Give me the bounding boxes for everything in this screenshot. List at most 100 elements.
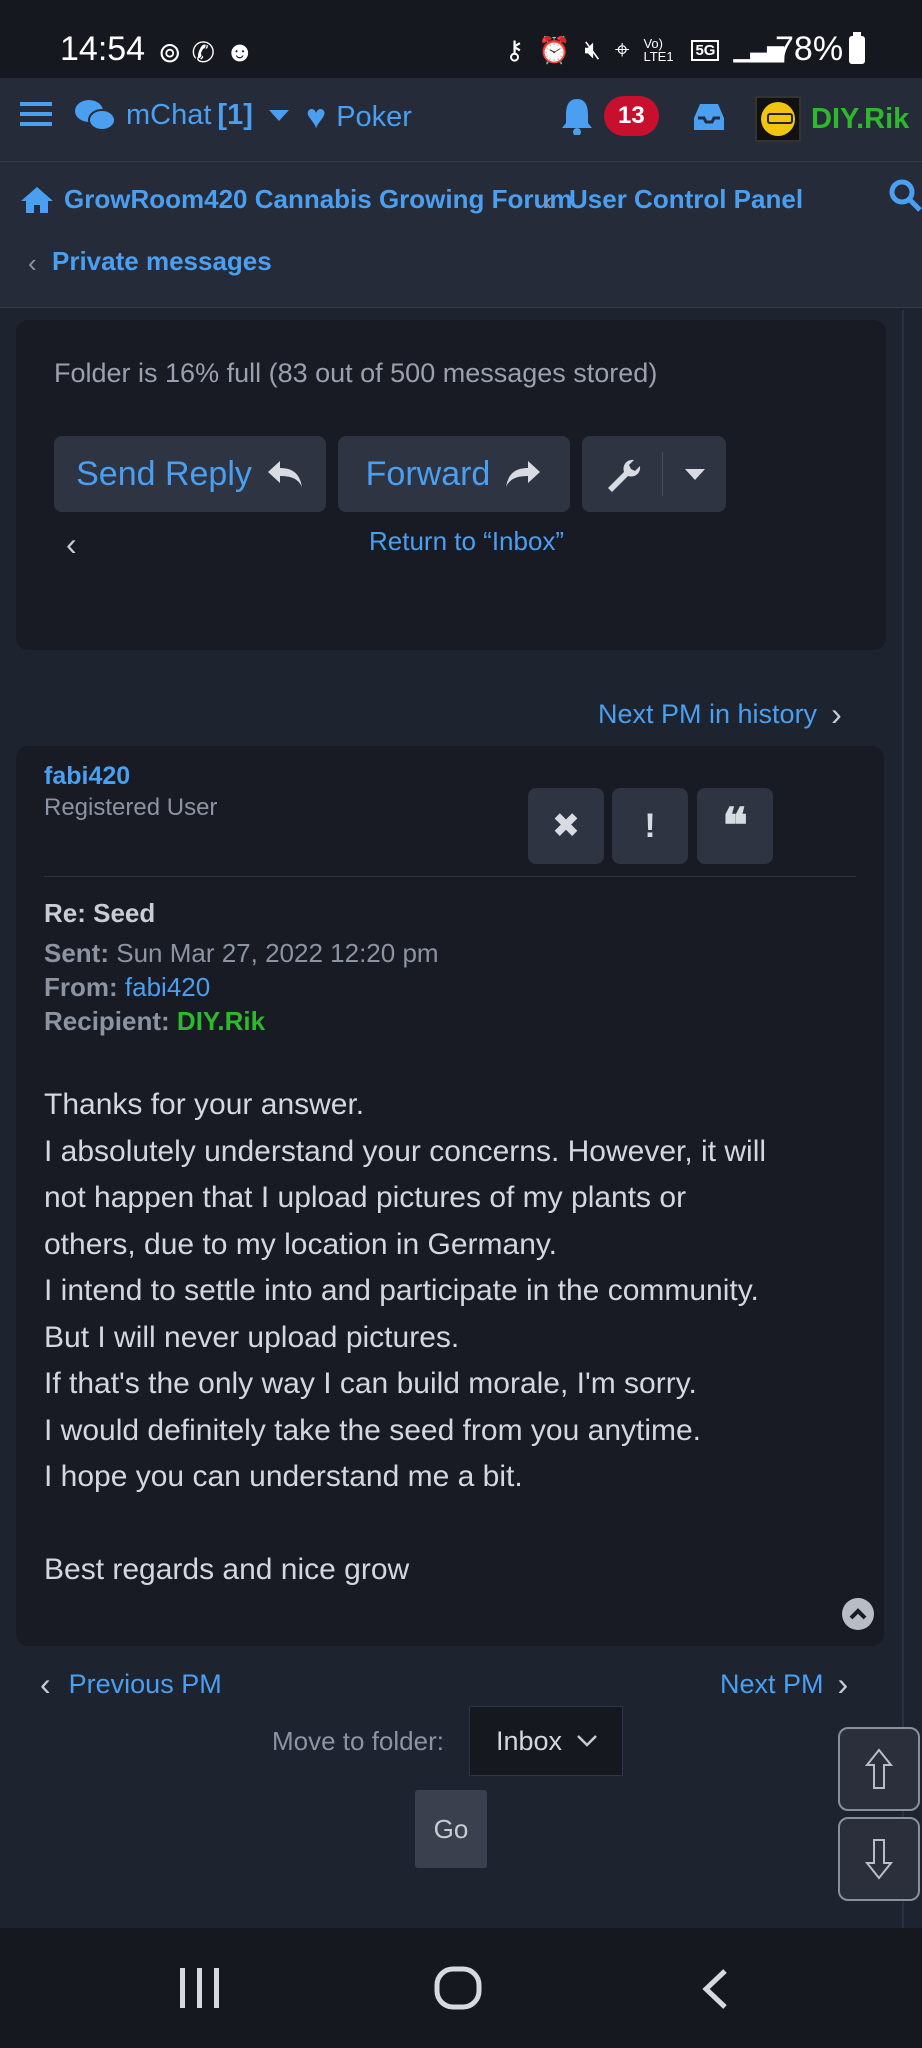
chevron-right-icon: › [837, 1666, 849, 1702]
breadcrumb-ucp[interactable]: User Control Panel [569, 184, 803, 215]
battery-indicator: 78% [775, 30, 866, 69]
mchat-menu[interactable]: mChat [1] [74, 98, 289, 132]
system-nav-bar [0, 1928, 922, 2048]
go-button[interactable]: Go [415, 1790, 487, 1868]
from-label: From: [44, 972, 118, 1002]
breadcrumb-pm[interactable]: Private messages [52, 246, 272, 277]
home-circle-icon [434, 1966, 482, 2010]
heart-icon: ♥ [306, 98, 327, 136]
scroll-up-button[interactable] [838, 1727, 920, 1811]
volte-label: Vo) LTE1 [643, 36, 674, 64]
return-chevron-icon[interactable]: ‹ [66, 526, 77, 563]
recipient-user-link[interactable]: DIY.Rik [177, 1006, 265, 1036]
folder-status-text: Folder is 16% full (83 out of 500 messag… [54, 358, 658, 388]
chevron-down-icon [268, 109, 289, 121]
bell-icon [562, 99, 592, 135]
body-line: Best regards and nice grow [44, 1553, 410, 1586]
folder-select-value: Inbox [496, 1725, 563, 1756]
sent-label: Sent: [44, 938, 109, 968]
recipient-label: Recipient: [44, 1006, 170, 1036]
scroll-down-button[interactable] [838, 1817, 920, 1901]
message-subject: Re: Seed [44, 898, 156, 928]
body-line: If that's the only way I can build moral… [44, 1367, 697, 1400]
arrow-down-icon [864, 1839, 894, 1880]
recent-apps-button[interactable] [178, 1966, 222, 2015]
poker-link[interactable]: ♥ Poker [306, 98, 412, 137]
location-icon: ⌖ [614, 34, 630, 64]
body-line: But I will never upload pictures. [44, 1320, 460, 1354]
menu-button[interactable] [20, 100, 52, 128]
body-line: I absolutely understand your concerns. H… [44, 1134, 767, 1168]
breadcrumb-forum[interactable]: GrowRoom420 Cannabis Growing Forum [20, 184, 573, 215]
back-to-top-button[interactable] [842, 1598, 874, 1630]
quote-button[interactable]: ❝ [697, 788, 773, 864]
scroll-track [902, 310, 904, 1928]
notifications-button[interactable]: 13 [560, 96, 659, 136]
folder-select[interactable]: Inbox [469, 1706, 623, 1776]
chevron-left-icon: ‹ [40, 1666, 51, 1702]
poker-label: Poker [336, 101, 412, 133]
body-line [44, 1501, 766, 1548]
next-pm-label: Next PM [720, 1669, 824, 1699]
chevron-up-icon [849, 1608, 867, 1620]
next-pm-link[interactable]: Next PM › [720, 1666, 848, 1703]
folder-panel: Folder is 16% full (83 out of 500 messag… [16, 320, 886, 650]
breadcrumb-separator-icon: ‹ [28, 248, 37, 278]
sent-line: Sent: Sun Mar 27, 2022 12:20 pm [44, 936, 439, 970]
chevron-down-icon [577, 1735, 597, 1747]
report-button[interactable]: ! [612, 788, 688, 864]
forward-label: Forward [365, 454, 491, 493]
battery-percent: 78% [775, 30, 844, 68]
close-icon: ✖ [551, 807, 581, 845]
avatar [755, 96, 801, 142]
home-icon [21, 186, 53, 213]
body-line: Thanks for your answer. [44, 1088, 365, 1121]
mute-icon: 🔇︎ [584, 34, 601, 64]
move-folder-label: Move to folder: [272, 1726, 444, 1756]
forward-button[interactable]: Forward [338, 436, 570, 512]
tools-dropdown[interactable] [582, 436, 726, 512]
breadcrumb-forum-label: GrowRoom420 Cannabis Growing Forum [64, 184, 573, 214]
divider [44, 876, 856, 877]
back-button[interactable] [700, 1968, 730, 2015]
send-reply-button[interactable]: Send Reply [54, 436, 326, 512]
from-user-link[interactable]: fabi420 [125, 972, 210, 1002]
inbox-button[interactable] [692, 102, 726, 132]
battery-icon [849, 31, 866, 64]
return-to-inbox-link[interactable]: Return to “Inbox” [369, 526, 564, 557]
body-line: I intend to settle into and participate … [44, 1274, 759, 1307]
forward-arrow-icon [506, 461, 541, 487]
top-nav: mChat [1] ♥ Poker 13 DIY.Rik [0, 78, 922, 162]
next-pm-history-label: Next PM in history [598, 699, 818, 729]
reply-arrow-icon [267, 461, 302, 487]
ghost-icon: ☻ [224, 36, 255, 67]
home-button[interactable] [434, 1966, 482, 2015]
recent-apps-icon [180, 1968, 219, 2008]
author-link[interactable]: fabi420 [44, 762, 130, 791]
send-reply-label: Send Reply [76, 454, 252, 493]
body-line: others, due to my location in Germany. [44, 1227, 558, 1261]
body-line: not happen that I upload pictures of my … [44, 1181, 687, 1214]
mchat-label: mChat [126, 98, 212, 131]
delete-button[interactable]: ✖ [528, 788, 604, 864]
breadcrumb-separator-icon: ‹ [544, 186, 553, 216]
search-icon[interactable] [888, 178, 922, 212]
wrench-icon [607, 459, 640, 492]
status-bar: 14:54 ⊚ ✆ ☻ ⚷ ⏰ 🔇︎ ⌖ Vo) LTE1 5G ▁▃▅ 78% [0, 0, 922, 78]
previous-pm-link[interactable]: ‹ Previous PM [40, 1666, 222, 1703]
network-label: 5G [691, 39, 720, 61]
from-line: From: fabi420 [44, 970, 210, 1004]
sync-icon: ⊚ [158, 37, 182, 68]
whatsapp-icon: ✆ [191, 37, 215, 68]
message-panel: fabi420 Registered User ✖ ! ❝ Re: Seed S… [16, 746, 884, 1646]
next-pm-history-link[interactable]: Next PM in history › [598, 696, 842, 733]
back-chevron-icon [702, 1969, 727, 2009]
status-right-icons: ⚷ ⏰ 🔇︎ ⌖ Vo) LTE1 5G ▁▃▅ [505, 34, 784, 66]
chevron-down-icon [684, 468, 705, 480]
quote-icon: ❝ [722, 798, 748, 854]
inbox-tray-icon [694, 104, 724, 130]
exclamation-icon: ! [644, 806, 656, 845]
body-line: I hope you can understand me a bit. [44, 1460, 523, 1493]
notifications-badge: 13 [604, 96, 659, 136]
user-menu[interactable]: DIY.Rik [755, 96, 922, 142]
